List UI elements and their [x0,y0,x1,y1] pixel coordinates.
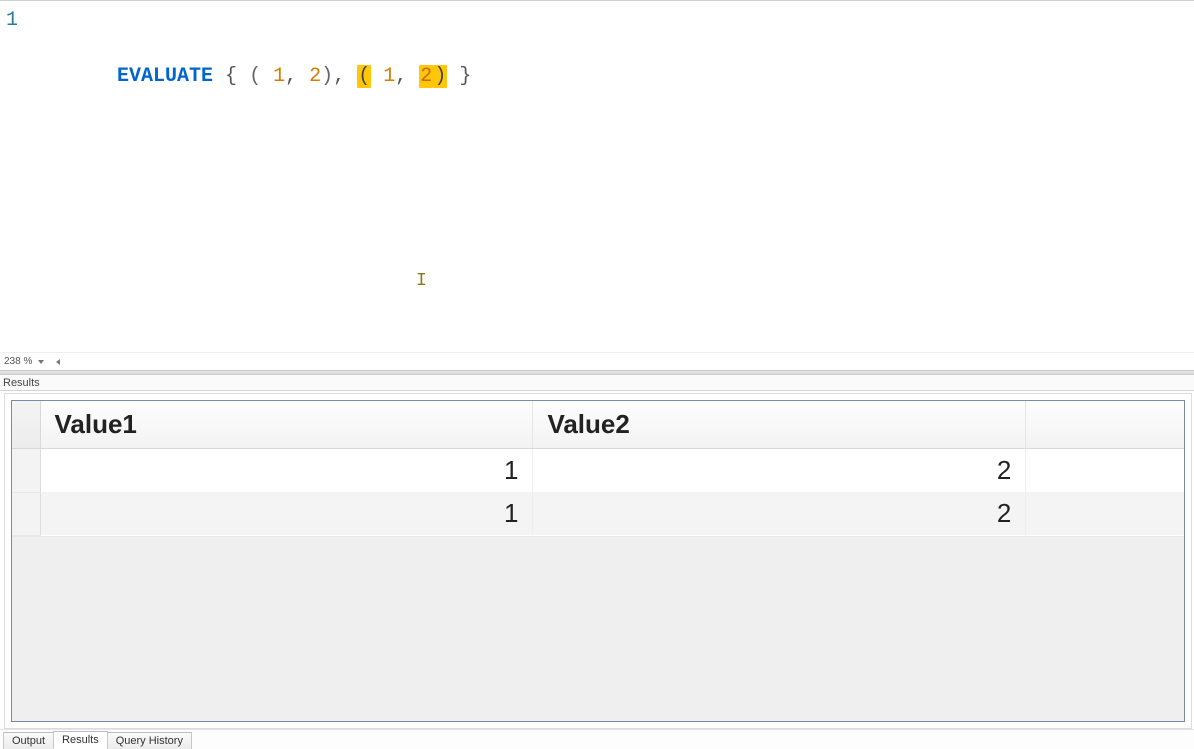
cell-fill [1026,492,1184,535]
code-token [371,65,383,88]
code-token: 1 [383,65,395,88]
code-token: , [333,65,345,88]
tab-output[interactable]: Output [3,732,54,749]
code-token: EVALUATE [117,65,213,88]
code-token: ) [321,65,333,88]
results-pane: Value1 Value2 1212 [0,391,1194,729]
row-header[interactable] [12,492,40,535]
editor-scroll: 1 EVALUATE { ( 1, 2), ( 1, 2) } I [0,1,1194,352]
table-row[interactable]: 12 [12,492,1184,535]
code-token: ( [249,65,261,88]
code-token: } [459,65,471,88]
code-token [345,65,357,88]
app-root: 1 EVALUATE { ( 1, 2), ( 1, 2) } I 238 % R… [0,0,1194,749]
dax-editor-pane[interactable]: 1 EVALUATE { ( 1, 2), ( 1, 2) } I 238 % [0,1,1194,371]
code-token [213,65,225,88]
column-header[interactable]: Value2 [533,401,1026,449]
results-outer-border: Value1 Value2 1212 [4,393,1192,729]
tab-results[interactable]: Results [53,731,108,749]
code-token: 1 [273,65,285,88]
cell-fill [1026,449,1184,493]
grid-corner[interactable] [12,401,40,449]
line-number: 1 [6,9,18,32]
bottom-tab-strip: OutputResultsQuery History [0,729,1194,749]
zoom-level: 238 % [4,356,32,367]
code-token [407,65,419,88]
code-token: { [225,65,237,88]
code-line-1[interactable]: EVALUATE { ( 1, 2), ( 1, 2) } I [20,3,1194,352]
code-token [237,65,249,88]
cell[interactable]: 1 [40,492,533,535]
grid-empty-area [12,536,1184,722]
cell[interactable]: 1 [40,449,533,493]
scroll-left-icon[interactable] [56,356,60,368]
code-token: ) [433,65,447,88]
code-token: , [395,65,407,88]
table-row[interactable]: 12 [12,449,1184,493]
column-header-fill [1026,401,1184,449]
code-token [261,65,273,88]
code-token: ( [357,65,371,88]
cell[interactable]: 2 [533,492,1026,535]
editor-status-strip: 238 % [0,352,1194,370]
code-token [447,65,459,88]
zoom-dropdown-icon[interactable] [36,356,44,368]
line-gutter: 1 [0,3,20,352]
results-grid[interactable]: Value1 Value2 1212 [12,401,1184,536]
text-caret-icon: I [416,267,427,295]
results-grid-wrap: Value1 Value2 1212 [11,400,1185,722]
results-panel-header: Results [0,375,1194,391]
column-header[interactable]: Value1 [40,401,533,449]
code-token: 2 [309,65,321,88]
cell[interactable]: 2 [533,449,1026,493]
results-panel-title: Results [3,377,40,389]
tab-query-history[interactable]: Query History [107,732,192,749]
code-token [297,65,309,88]
code-token: 2 [419,65,433,88]
code-token: , [285,65,297,88]
row-header[interactable] [12,449,40,493]
